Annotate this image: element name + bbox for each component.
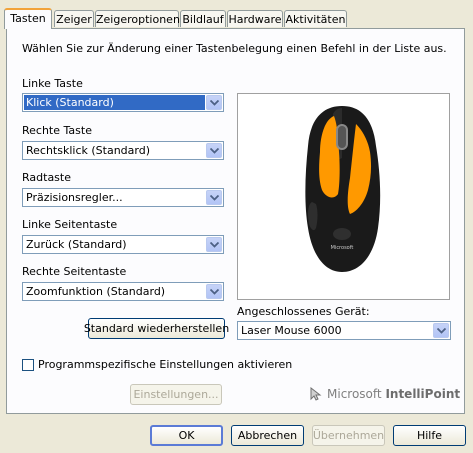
tab-zeigeroptionen[interactable]: Zeigeroptionen — [95, 10, 180, 27]
left-side-button-label: Linke Seitentaste — [22, 218, 118, 231]
chevron-down-icon[interactable] — [206, 190, 222, 205]
device-value: Laser Mouse 6000 — [241, 324, 342, 337]
program-specific-checkbox[interactable] — [22, 359, 34, 371]
brand-logo: Microsoft IntelliPoint — [310, 387, 460, 401]
left-side-button-select[interactable]: Zurück (Standard) — [22, 235, 224, 254]
help-button[interactable]: Hilfe — [393, 425, 466, 446]
right-side-button-label: Rechte Seitentaste — [22, 265, 127, 278]
cancel-button[interactable]: Abbrechen — [231, 425, 304, 446]
tab-tasten[interactable]: Tasten — [4, 8, 52, 29]
brand-microsoft: Microsoft — [327, 387, 382, 401]
apply-button[interactable]: Übernehmen — [312, 425, 385, 446]
left-button-select[interactable]: Klick (Standard) — [22, 93, 224, 112]
settings-button[interactable]: Einstellungen... — [130, 384, 222, 405]
program-specific-label: Programmspezifische Einstellungen aktivi… — [38, 358, 293, 371]
chevron-down-icon[interactable] — [206, 284, 222, 299]
left-button-label: Linke Taste — [22, 77, 83, 90]
device-label: Angeschlossenes Gerät: — [237, 305, 370, 318]
right-side-button-value: Zoomfunktion (Standard) — [26, 285, 166, 298]
wheel-button-value: Präzisionsregler... — [26, 191, 123, 204]
cursor-icon — [310, 387, 322, 401]
restore-defaults-button[interactable]: Standard wiederherstellen — [84, 318, 229, 339]
chevron-down-icon[interactable] — [206, 237, 222, 252]
brand-intellipoint: IntelliPoint — [385, 387, 461, 401]
mouse-image: Microsoft — [305, 106, 381, 272]
right-button-value: Rechtsklick (Standard) — [26, 144, 151, 157]
right-side-button-select[interactable]: Zoomfunktion (Standard) — [22, 282, 224, 301]
device-select[interactable]: Laser Mouse 6000 — [237, 321, 451, 340]
mouse-image-frame: Microsoft — [237, 93, 450, 300]
tab-zeiger[interactable]: Zeiger — [54, 10, 94, 27]
mouse-logo-text: Microsoft — [331, 245, 354, 251]
intro-text: Wählen Sie zur Änderung einer Tastenbele… — [22, 42, 447, 55]
ok-button[interactable]: OK — [150, 425, 223, 446]
left-button-value: Klick (Standard) — [24, 95, 205, 110]
chevron-down-icon[interactable] — [206, 143, 222, 158]
left-side-button-value: Zurück (Standard) — [26, 238, 127, 251]
right-button-select[interactable]: Rechtsklick (Standard) — [22, 141, 224, 160]
tab-bildlauf[interactable]: Bildlauf — [180, 10, 226, 27]
tab-aktivitaeten[interactable]: Aktivitäten — [284, 10, 347, 27]
tab-hardware[interactable]: Hardware — [227, 10, 283, 27]
wheel-button-label: Radtaste — [22, 171, 71, 184]
wheel-button-select[interactable]: Präzisionsregler... — [22, 188, 224, 207]
right-button-label: Rechte Taste — [22, 124, 92, 137]
chevron-down-icon[interactable] — [206, 95, 222, 110]
chevron-down-icon[interactable] — [433, 323, 449, 338]
